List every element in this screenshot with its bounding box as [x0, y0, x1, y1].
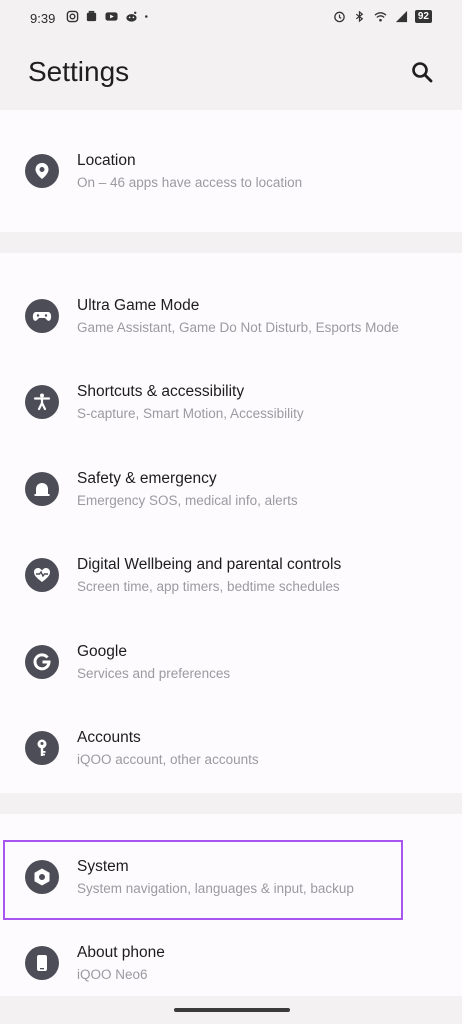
- status-time: 9:39: [30, 11, 56, 26]
- settings-item-about-phone[interactable]: About phone iQOO Neo6: [0, 920, 462, 1006]
- dot-icon: [145, 15, 148, 18]
- notification-icon: [86, 10, 97, 22]
- settings-item-google[interactable]: Google Services and preferences: [0, 619, 462, 705]
- settings-item-title: Location: [77, 152, 136, 169]
- settings-screen: 9:39 92 Settings Location On – 46 apps h…: [0, 0, 462, 1024]
- alarm-icon: [334, 11, 345, 23]
- youtube-icon: [105, 12, 118, 21]
- settings-item-subtitle: iQOO account, other accounts: [77, 752, 259, 767]
- settings-item-digital-wellbeing[interactable]: Digital Wellbeing and parental controls …: [0, 532, 462, 618]
- wifi-icon: [374, 12, 387, 22]
- settings-item-subtitle: Game Assistant, Game Do Not Disturb, Esp…: [77, 320, 399, 335]
- signal-icon: [395, 10, 407, 23]
- bluetooth-icon: [355, 10, 364, 23]
- search-icon[interactable]: [410, 60, 434, 84]
- settings-item-subtitle: Screen time, app timers, bedtime schedul…: [77, 579, 340, 594]
- settings-item-title: About phone: [77, 944, 165, 961]
- section-system: System System navigation, languages & in…: [0, 814, 462, 996]
- reddit-icon: [126, 11, 137, 22]
- section-location: Location On – 46 apps have access to loc…: [0, 110, 462, 232]
- battery-indicator: 92: [414, 10, 432, 23]
- accessibility-icon: [25, 385, 59, 419]
- settings-item-location[interactable]: Location On – 46 apps have access to loc…: [0, 128, 462, 214]
- home-indicator[interactable]: [174, 1008, 290, 1012]
- settings-item-subtitle: iQOO Neo6: [77, 967, 148, 982]
- instagram-icon: [66, 10, 79, 23]
- settings-item-subtitle: Emergency SOS, medical info, alerts: [77, 493, 298, 508]
- section-features: Ultra Game Mode Game Assistant, Game Do …: [0, 253, 462, 793]
- status-bar: 9:39 92: [0, 0, 462, 36]
- settings-item-subtitle: On – 46 apps have access to location: [77, 175, 303, 190]
- gamepad-icon: [25, 299, 59, 333]
- settings-item-system[interactable]: System System navigation, languages & in…: [0, 834, 462, 920]
- settings-item-shortcuts-accessibility[interactable]: Shortcuts & accessibility S-capture, Sma…: [0, 359, 462, 445]
- google-icon: [25, 645, 59, 679]
- settings-item-subtitle: Services and preferences: [77, 666, 231, 681]
- settings-item-title: Ultra Game Mode: [77, 297, 200, 314]
- settings-item-title: Digital Wellbeing and parental controls: [77, 556, 342, 573]
- emergency-icon: [25, 472, 59, 506]
- settings-item-subtitle: S-capture, Smart Motion, Accessibility: [77, 406, 304, 421]
- phone-icon: [25, 946, 59, 980]
- status-left-icons: [66, 10, 152, 23]
- settings-item-accounts[interactable]: Accounts iQOO account, other accounts: [0, 705, 462, 791]
- key-icon: [25, 731, 59, 765]
- header: Settings: [0, 36, 462, 110]
- settings-item-ultra-game-mode[interactable]: Ultra Game Mode Game Assistant, Game Do …: [0, 273, 462, 359]
- gear-icon: [25, 860, 59, 894]
- page-title: Settings: [28, 56, 130, 87]
- settings-item-title: System: [77, 858, 129, 875]
- settings-item-safety-emergency[interactable]: Safety & emergency Emergency SOS, medica…: [0, 446, 462, 532]
- status-right-icons: 92: [333, 10, 432, 23]
- settings-item-title: Accounts: [77, 729, 141, 746]
- settings-item-title: Google: [77, 643, 127, 660]
- settings-item-title: Safety & emergency: [77, 470, 217, 487]
- location-icon: [25, 154, 59, 188]
- settings-item-title: Shortcuts & accessibility: [77, 383, 245, 400]
- settings-item-subtitle: System navigation, languages & input, ba…: [77, 881, 354, 896]
- heart-icon: [25, 558, 59, 592]
